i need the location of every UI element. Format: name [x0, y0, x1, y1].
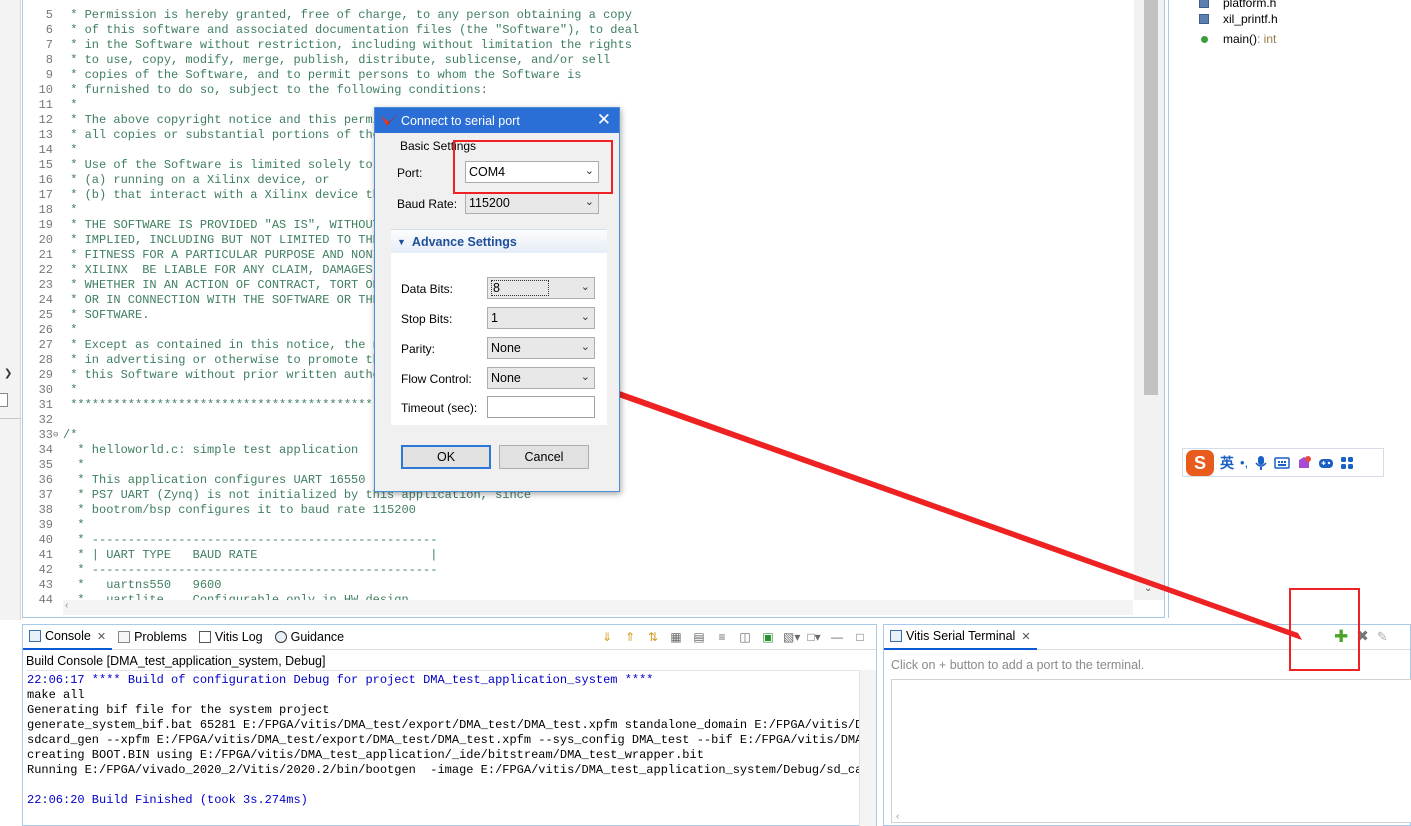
stop-bits-label: Stop Bits:: [401, 312, 453, 326]
port-label: Port:: [397, 166, 423, 180]
data-bits-select[interactable]: 8 ⌄: [487, 277, 595, 299]
dialog-titlebar: Connect to serial port ✕: [375, 108, 619, 133]
add-button-highlight-box: [1289, 588, 1360, 671]
close-icon[interactable]: ✕: [597, 111, 611, 129]
chevron-down-icon: ⌄: [580, 371, 590, 383]
chevron-down-icon: ⌄: [580, 281, 590, 293]
annotation-arrow: [561, 375, 1302, 640]
cancel-button[interactable]: Cancel: [499, 445, 589, 469]
chevron-down-icon: ⌄: [580, 311, 590, 323]
timeout-label: Timeout (sec):: [401, 401, 478, 415]
baud-rate-value: 115200: [469, 196, 510, 210]
stop-bits-value: 1: [491, 311, 498, 325]
collapse-triangle-icon: ▼: [397, 236, 406, 247]
advance-settings-label: Advance Settings: [411, 234, 517, 249]
data-bits-value: 8: [491, 280, 549, 296]
stop-bits-select[interactable]: 1 ⌄: [487, 307, 595, 329]
port-highlight-box: [453, 140, 613, 194]
parity-label: Parity:: [401, 342, 436, 356]
chevron-down-icon: ⌄: [580, 341, 590, 353]
timeout-input[interactable]: [487, 396, 595, 418]
flow-control-select[interactable]: None ⌄: [487, 367, 595, 389]
chevron-down-icon: ⌄: [584, 196, 594, 208]
vitis-logo-icon: [381, 113, 397, 126]
flow-control-value: None: [491, 371, 521, 385]
data-bits-label: Data Bits:: [401, 282, 454, 296]
baud-rate-select[interactable]: 115200 ⌄: [465, 192, 599, 214]
parity-select[interactable]: None ⌄: [487, 337, 595, 359]
advance-settings-toggle[interactable]: ▼ Advance Settings: [391, 229, 607, 253]
baud-rate-label: Baud Rate:: [397, 197, 458, 211]
dialog-title: Connect to serial port: [401, 113, 520, 128]
flow-control-label: Flow Control:: [401, 372, 472, 386]
ok-button[interactable]: OK: [401, 445, 491, 469]
parity-value: None: [491, 341, 521, 355]
